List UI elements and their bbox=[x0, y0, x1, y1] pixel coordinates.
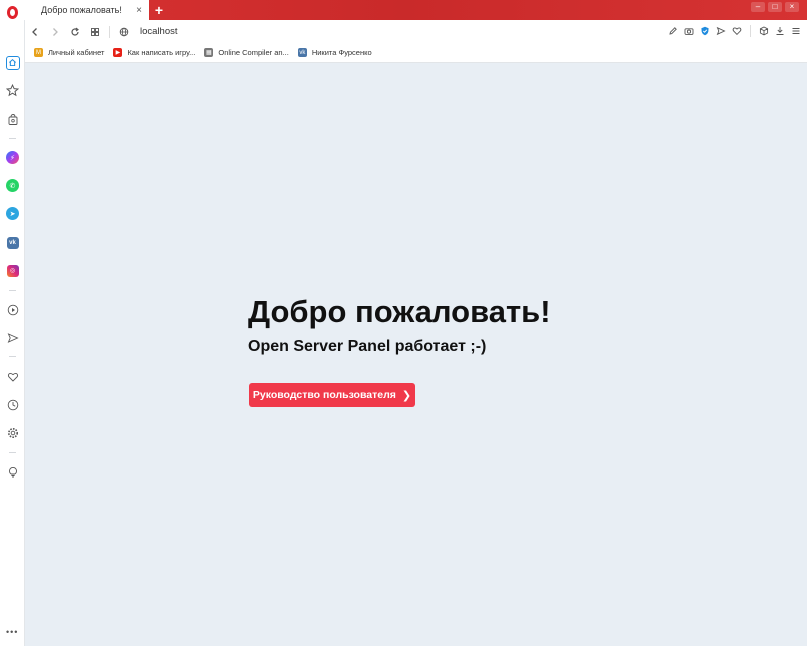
tab-close-icon[interactable]: × bbox=[133, 5, 145, 16]
bag-icon[interactable] bbox=[4, 111, 21, 128]
compiler-icon: ▦ bbox=[204, 48, 214, 57]
vk-icon[interactable]: vk bbox=[4, 234, 21, 251]
camera-icon[interactable] bbox=[682, 22, 696, 40]
bookmark-item[interactable]: vk Никита Фурсенко bbox=[297, 48, 372, 57]
sidebar-divider bbox=[9, 356, 16, 357]
heart-icon[interactable] bbox=[4, 368, 21, 385]
bookmark-label: Online Compiler an... bbox=[218, 48, 289, 57]
bulb-icon[interactable] bbox=[4, 463, 21, 480]
history-icon[interactable] bbox=[4, 396, 21, 413]
menu-icon[interactable] bbox=[789, 22, 803, 40]
messenger-icon[interactable]: ⚡ bbox=[4, 149, 21, 166]
url-input[interactable]: localhost bbox=[140, 26, 178, 37]
reload-icon[interactable] bbox=[65, 22, 85, 42]
page-subtitle: Open Server Panel работает ;-) bbox=[248, 338, 487, 355]
toolbar-divider bbox=[750, 25, 751, 37]
bookmark-item[interactable]: ▶ Как написать игру... bbox=[113, 48, 195, 57]
minimize-button[interactable]: – bbox=[751, 2, 765, 12]
bookmark-label: Как написать игру... bbox=[127, 48, 196, 57]
chevron-right-icon: ❯ bbox=[401, 389, 412, 402]
bookmark-label: Никита Фурсенко bbox=[311, 48, 372, 57]
tab-strip: Добро пожаловать! × + – □ × bbox=[0, 0, 807, 20]
back-icon[interactable] bbox=[25, 22, 45, 42]
grid-icon[interactable] bbox=[85, 22, 105, 42]
star-icon[interactable] bbox=[4, 82, 21, 99]
sidebar: ⚡ ✆ ➤ vk ◎ ••• bbox=[0, 20, 25, 646]
send-icon[interactable] bbox=[714, 22, 728, 40]
close-window-button[interactable]: × bbox=[785, 2, 799, 12]
home-icon[interactable] bbox=[4, 54, 21, 71]
telegram-icon[interactable]: ➤ bbox=[4, 205, 21, 222]
bookmark-item[interactable]: М Личный кабинет bbox=[34, 48, 104, 57]
globe-icon[interactable] bbox=[114, 22, 134, 42]
mts-icon: М bbox=[34, 48, 43, 57]
tab-active[interactable]: Добро пожаловать! × bbox=[25, 0, 149, 20]
heart-icon[interactable] bbox=[730, 22, 744, 40]
box-icon[interactable] bbox=[757, 22, 771, 40]
sidebar-more-icon[interactable]: ••• bbox=[6, 627, 18, 637]
user-guide-button[interactable]: Руководство пользователя ❯ bbox=[249, 383, 415, 407]
sidebar-divider bbox=[9, 138, 16, 139]
bookmark-label: Личный кабинет bbox=[48, 48, 105, 57]
browser-window: Добро пожаловать! × + – □ × localhost М … bbox=[0, 0, 807, 646]
vpn-shield-icon[interactable] bbox=[698, 22, 712, 40]
address-toolbar bbox=[666, 22, 803, 40]
forward-icon[interactable] bbox=[45, 22, 65, 42]
page-title: Добро пожаловать! bbox=[248, 294, 551, 329]
tab-title: Добро пожаловать! bbox=[41, 5, 122, 15]
page-content: Добро пожаловать! Open Server Panel рабо… bbox=[25, 64, 807, 646]
vk-icon: vk bbox=[297, 48, 307, 57]
window-controls: – □ × bbox=[751, 2, 799, 14]
settings-icon[interactable] bbox=[4, 424, 21, 441]
address-bar: localhost bbox=[25, 20, 807, 43]
user-guide-button-label: Руководство пользователя bbox=[252, 389, 396, 401]
player-icon[interactable] bbox=[4, 301, 21, 318]
instagram-icon[interactable]: ◎ bbox=[4, 262, 21, 279]
sidebar-divider bbox=[9, 290, 16, 291]
whatsapp-icon[interactable]: ✆ bbox=[4, 177, 21, 194]
sidebar-divider bbox=[9, 452, 16, 453]
download-icon[interactable] bbox=[773, 22, 787, 40]
new-tab-button[interactable]: + bbox=[151, 2, 167, 18]
youtube-icon: ▶ bbox=[113, 48, 123, 57]
edit-icon[interactable] bbox=[666, 22, 680, 40]
bookmark-item[interactable]: ▦ Online Compiler an... bbox=[204, 48, 289, 57]
bookmarks-bar: М Личный кабинет ▶ Как написать игру... … bbox=[25, 43, 807, 63]
send-icon[interactable] bbox=[4, 329, 21, 346]
address-divider bbox=[109, 25, 110, 38]
maximize-button[interactable]: □ bbox=[768, 2, 782, 12]
